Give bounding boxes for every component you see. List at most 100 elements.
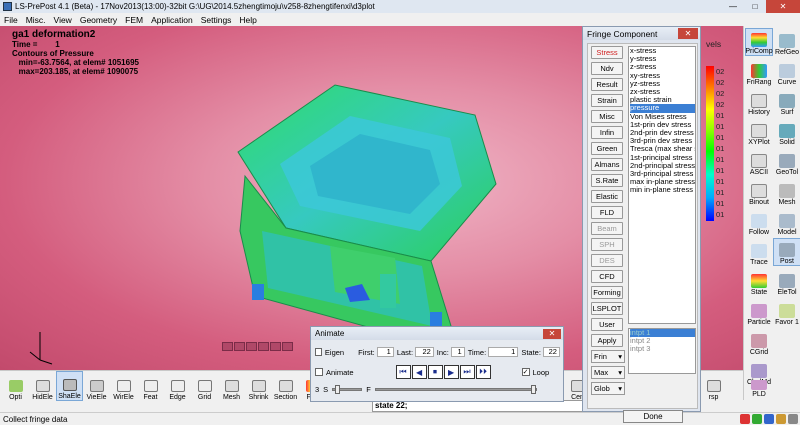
apply-button[interactable]: Apply [591, 334, 623, 347]
tool-trace[interactable]: Trace [745, 238, 773, 266]
max-select[interactable]: Max [591, 366, 625, 379]
tool-hidele[interactable]: HidEle [29, 371, 56, 401]
misc-button[interactable]: Misc [591, 110, 623, 123]
tray-icon-blue[interactable] [764, 414, 774, 424]
stop-frame-arrow[interactable] [246, 342, 257, 351]
next-button[interactable]: ⏭ [459, 365, 475, 379]
intpt-list[interactable]: intpt 1 intpt 2 intpt 3 [628, 328, 696, 374]
tool-refgeo[interactable]: RefGeo [773, 28, 800, 56]
first-field[interactable]: 1 [376, 347, 394, 357]
tool-ascii[interactable]: ASCII [745, 148, 773, 176]
tool-state[interactable]: State [745, 268, 773, 296]
tool-history[interactable]: History [745, 88, 773, 116]
tool-post[interactable]: Post [773, 238, 800, 266]
lsplot-button[interactable]: LSPLOT [591, 302, 623, 315]
menu-geometry[interactable]: Geometry [76, 15, 121, 25]
tool-feat[interactable]: Feat [137, 371, 164, 401]
loop-checkbox[interactable] [521, 368, 530, 376]
animate-close-button[interactable]: ✕ [543, 328, 561, 339]
eigen-checkbox[interactable] [315, 348, 322, 356]
frame-slider-thumb[interactable] [530, 385, 536, 394]
list-item[interactable]: min in-plane stress [630, 186, 695, 194]
tool-eletol[interactable]: EleTol [773, 268, 800, 296]
tool-vieele[interactable]: VieEle [83, 371, 110, 401]
tray-icon-green[interactable] [752, 414, 762, 424]
close-button[interactable]: ✕ [766, 0, 800, 13]
almans-button[interactable]: Almans [591, 158, 623, 171]
frin-select[interactable]: Frin [591, 350, 625, 363]
infin-button[interactable]: Infin [591, 126, 623, 139]
tool-curve[interactable]: Curve [773, 58, 800, 86]
tool-mesh-view[interactable]: Mesh [218, 371, 245, 401]
tool-model[interactable]: Model [773, 208, 800, 236]
tool-pricomp[interactable]: PriComp [745, 28, 773, 56]
tool-pld[interactable]: PLD [745, 372, 773, 398]
play-frame-arrow[interactable] [258, 342, 269, 351]
menu-settings[interactable]: Settings [197, 15, 236, 25]
sph-button[interactable]: SPH [591, 238, 623, 251]
tool-shrink[interactable]: Shrink [245, 371, 272, 401]
maximize-button[interactable]: □ [744, 0, 766, 13]
result-button[interactable]: Result [591, 78, 623, 91]
tool-mesh[interactable]: Mesh [773, 178, 800, 206]
menu-file[interactable]: File [0, 15, 22, 25]
menu-application[interactable]: Application [147, 15, 197, 25]
glob-select[interactable]: Glob [591, 382, 625, 395]
state-field[interactable]: 22 [542, 347, 560, 357]
viewport-playback-arrows[interactable] [222, 342, 293, 351]
last-frame-arrow[interactable] [282, 342, 293, 351]
tray-icon-orange[interactable] [776, 414, 786, 424]
tool-solid[interactable]: Solid [773, 118, 800, 146]
tool-xyplot[interactable]: XYPlot [745, 118, 773, 146]
tool-binout[interactable]: Binout [745, 178, 773, 206]
tool-edge[interactable]: Edge [164, 371, 191, 401]
srate-button[interactable]: S.Rate [591, 174, 623, 187]
animate-checkbox[interactable] [315, 368, 323, 376]
tool-frirang[interactable]: FriRang [745, 58, 773, 86]
des-button[interactable]: DES [591, 254, 623, 267]
beam-button[interactable]: Beam [591, 222, 623, 235]
first-frame-button[interactable]: ⏮ [395, 365, 411, 379]
component-list[interactable]: x-stress y-stress z-stress xy-stress yz-… [628, 46, 696, 324]
tool-follow[interactable]: Follow [745, 208, 773, 236]
last-field[interactable]: 22 [415, 347, 434, 357]
elastic-button[interactable]: Elastic [591, 190, 623, 203]
forming-button[interactable]: Forming [591, 286, 623, 299]
stop-button[interactable]: ⏹ [427, 365, 443, 379]
ndv-button[interactable]: Ndv [591, 62, 623, 75]
tool-opti[interactable]: Opti [2, 371, 29, 401]
tool-shaele[interactable]: ShaEle [56, 371, 83, 401]
fringe-close-button[interactable]: ✕ [678, 28, 698, 39]
last-frame-button[interactable]: ⏵⏵ [475, 365, 491, 379]
intpt-item[interactable]: intpt 3 [630, 345, 695, 353]
cfd-button[interactable]: CFD [591, 270, 623, 283]
prev-button[interactable]: ◀ [411, 365, 427, 379]
play-button[interactable]: ▶ [443, 365, 459, 379]
strain-button[interactable]: Strain [591, 94, 623, 107]
tool-grid[interactable]: Grid [191, 371, 218, 401]
first-frame-arrow[interactable] [222, 342, 233, 351]
speed-slider[interactable] [332, 385, 363, 394]
inc-field[interactable]: 1 [450, 347, 465, 357]
tool-wirele[interactable]: WirEle [110, 371, 137, 401]
tray-icon-red[interactable] [740, 414, 750, 424]
menu-misc[interactable]: Misc. [22, 15, 50, 25]
frame-slider[interactable] [374, 385, 537, 394]
menu-fem[interactable]: FEM [121, 15, 147, 25]
prev-frame-arrow[interactable] [234, 342, 245, 351]
user-button[interactable]: User [591, 318, 623, 331]
tool-cgrid[interactable]: CGrid [745, 328, 773, 356]
tool-rsp[interactable]: rsp [700, 371, 727, 401]
tool-section[interactable]: Section [272, 371, 299, 401]
next-frame-arrow[interactable] [270, 342, 281, 351]
tool-favor1[interactable]: Favor 1 [773, 298, 800, 326]
tool-geotol[interactable]: GeoTol [773, 148, 800, 176]
tool-surf[interactable]: Surf [773, 88, 800, 116]
minimize-button[interactable]: — [722, 0, 744, 13]
fld-button[interactable]: FLD [591, 206, 623, 219]
menu-view[interactable]: View [50, 15, 76, 25]
time-field[interactable]: 1 [488, 347, 519, 357]
tool-particle[interactable]: Particle [745, 298, 773, 326]
stress-button[interactable]: Stress [591, 46, 623, 59]
done-button[interactable]: Done [623, 410, 683, 423]
